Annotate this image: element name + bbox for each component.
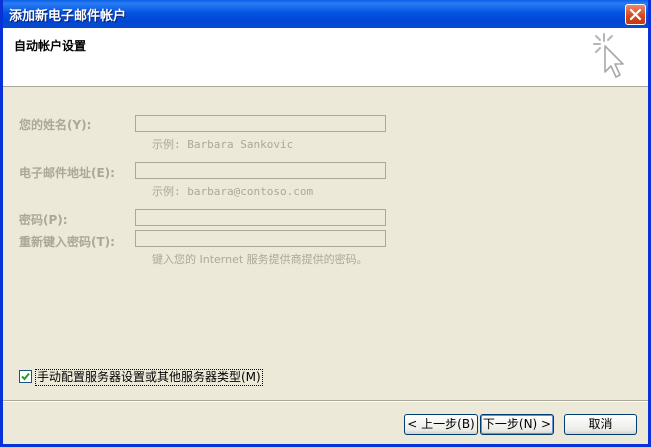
retype-password-input[interactable] <box>135 230 386 247</box>
close-icon <box>629 8 642 21</box>
page-title: 自动帐户设置 <box>14 39 87 53</box>
cancel-button[interactable]: 取消 <box>564 414 637 435</box>
dialog-window: 添加新电子邮件帐户 自动帐户设置 您的姓名(Y): 示例: Barbara Sa… <box>0 0 651 447</box>
button-separator <box>3 400 648 402</box>
title-bar[interactable]: 添加新电子邮件帐户 <box>3 0 648 28</box>
name-input[interactable] <box>135 115 386 132</box>
name-hint: 示例: Barbara Sankovic <box>152 138 294 151</box>
check-icon <box>21 372 30 381</box>
email-hint: 示例: barbara@contoso.com <box>152 185 314 198</box>
email-input[interactable] <box>135 162 386 179</box>
manual-config-checkbox[interactable] <box>19 370 32 383</box>
next-button[interactable]: 下一步(N) > <box>480 414 554 435</box>
wizard-cursor-icon <box>593 33 624 78</box>
wizard-header: 自动帐户设置 <box>3 28 648 87</box>
manual-config-label[interactable]: 手动配置服务器设置或其他服务器类型(M) <box>35 369 263 386</box>
window-title: 添加新电子邮件帐户 <box>9 9 127 24</box>
password-input[interactable] <box>135 209 386 226</box>
password-label: 密码(P): <box>19 213 68 227</box>
password-hint: 键入您的 Internet 服务提供商提供的密码。 <box>152 253 368 266</box>
back-button[interactable]: < 上一步(B) <box>404 414 478 435</box>
name-label: 您的姓名(Y): <box>19 118 92 132</box>
retype-password-label: 重新键入密码(T): <box>19 235 115 249</box>
email-label: 电子邮件地址(E): <box>19 166 115 180</box>
close-button[interactable] <box>625 4 646 25</box>
